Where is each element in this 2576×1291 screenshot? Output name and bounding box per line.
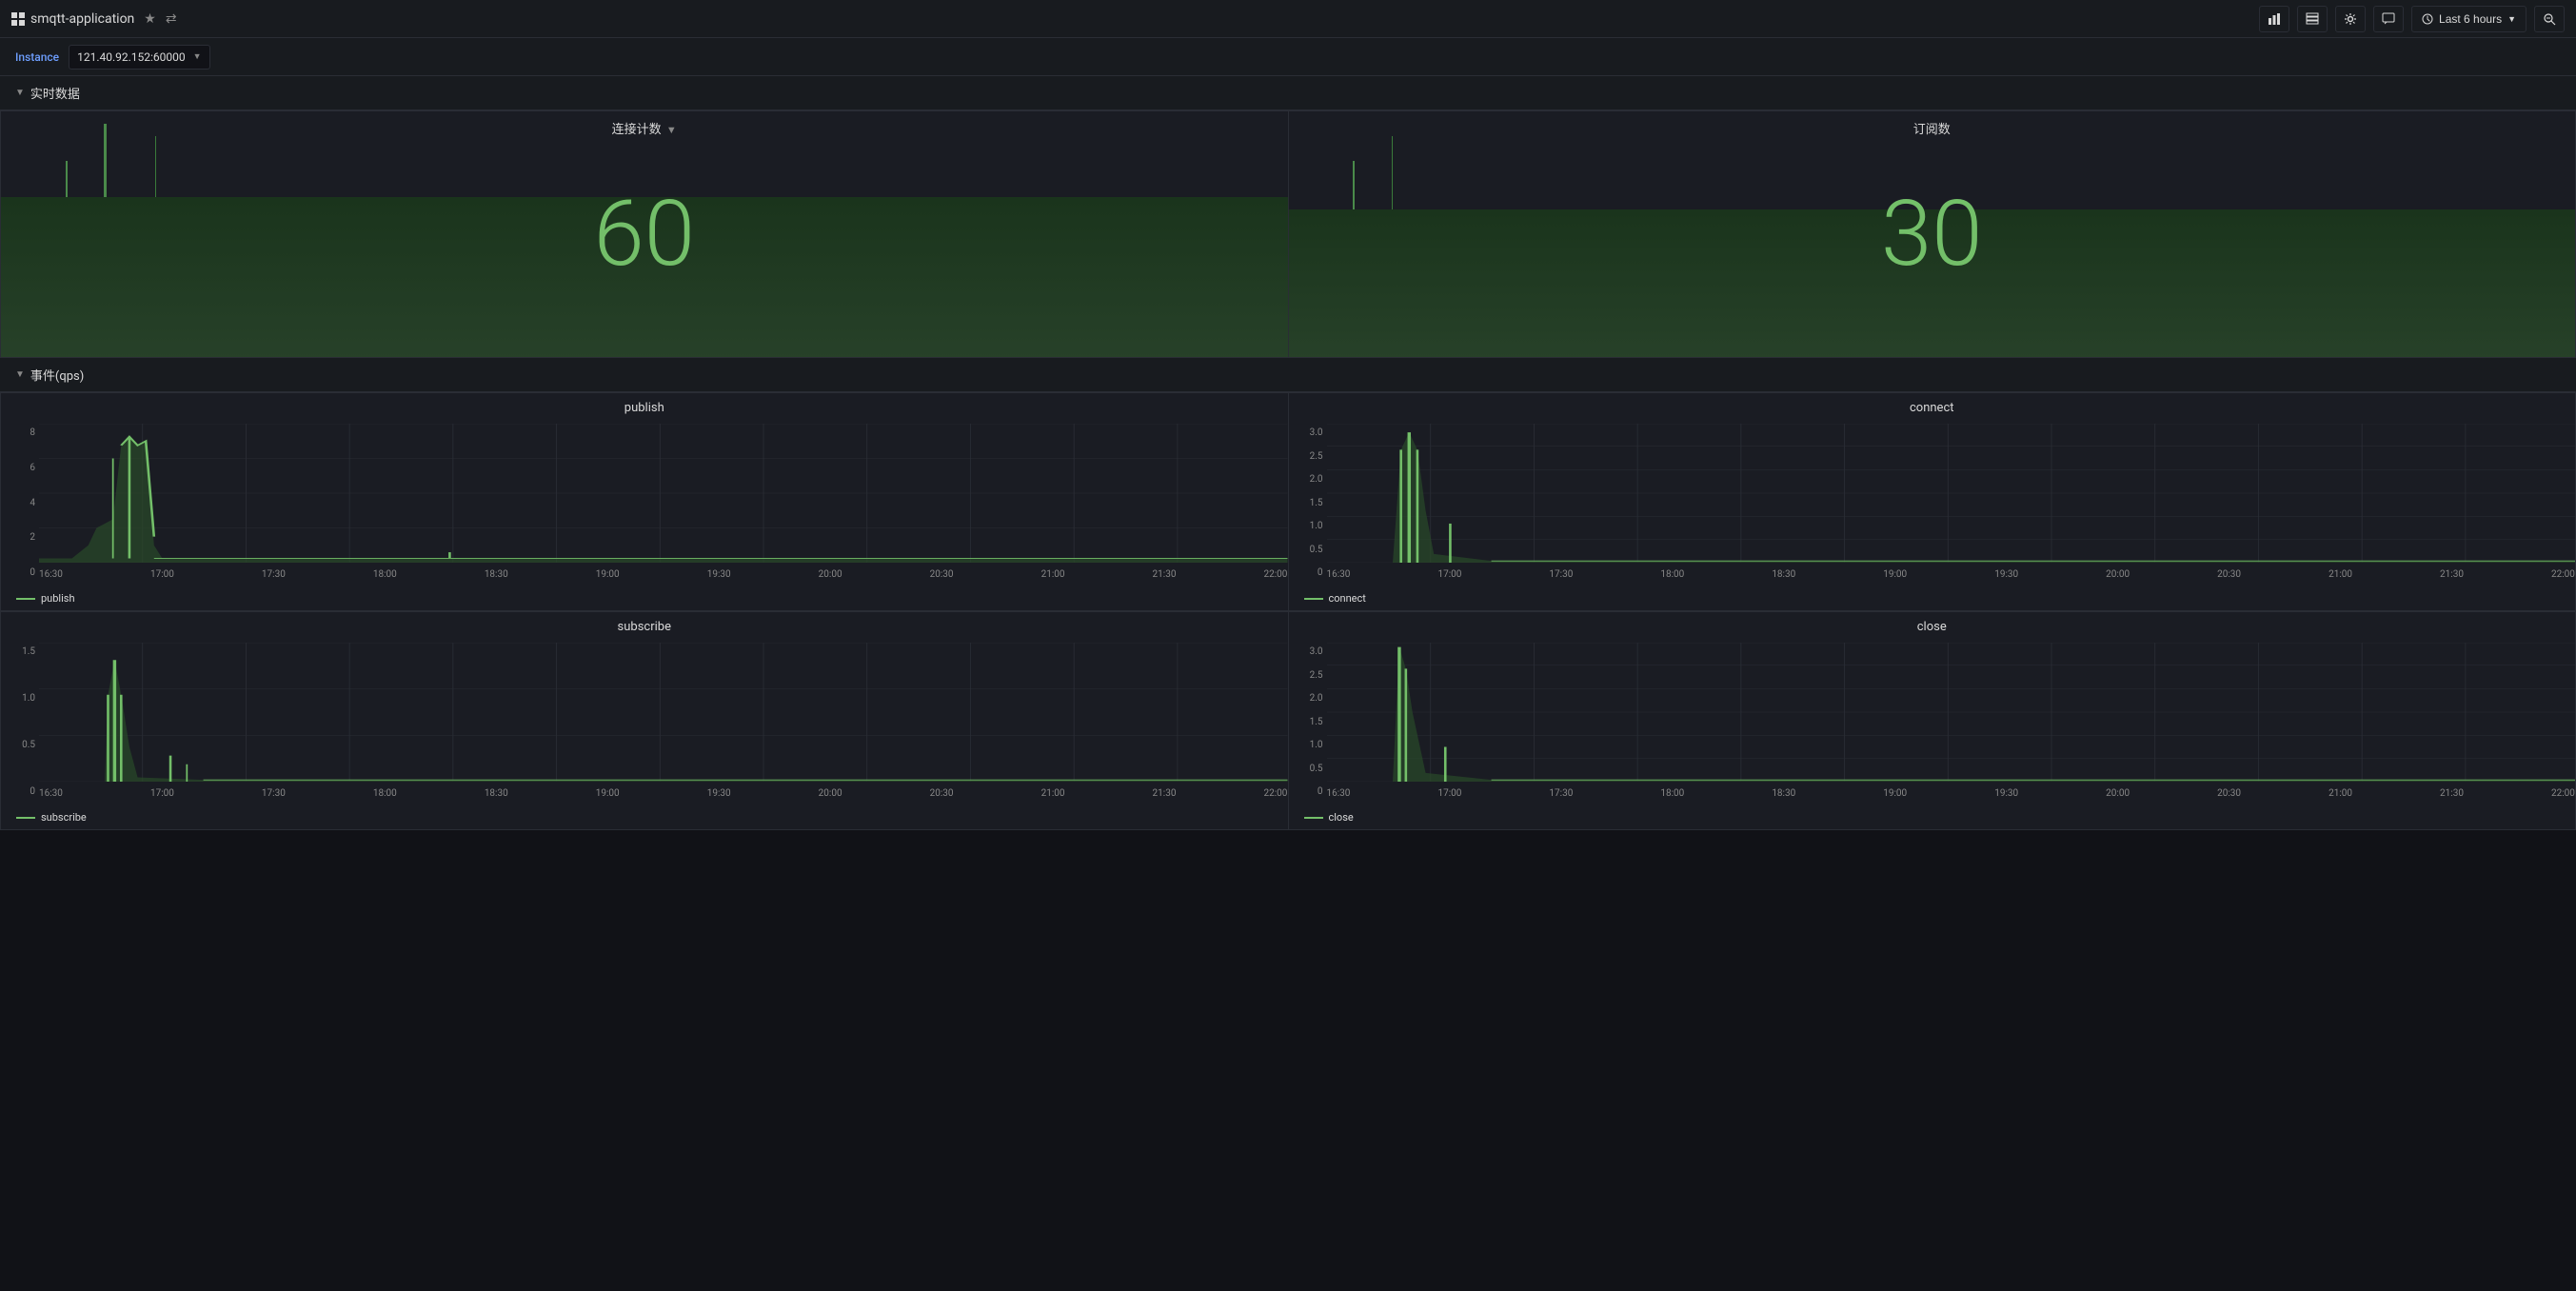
connect-svg	[1327, 424, 2576, 563]
publish-legend: publish	[16, 592, 75, 605]
chart-row-2: subscribe 1.5 1.0 0.5 0	[0, 611, 2576, 830]
comment-icon	[2382, 12, 2395, 26]
connect-chart-area: 3.0 2.5 2.0 1.5 1.0 0.5 0	[1289, 424, 2576, 582]
subscribe-chart-area: 1.5 1.0 0.5 0	[1, 643, 1288, 801]
publish-svg	[39, 424, 1288, 563]
bar-chart-icon	[2268, 12, 2281, 26]
close-title: close	[1289, 612, 2576, 638]
time-range-button[interactable]: Last 6 hours ▼	[2411, 6, 2526, 32]
subscribe-title: subscribe	[1, 612, 1288, 638]
close-legend: close	[1304, 811, 1354, 824]
subscribe-legend: subscribe	[16, 811, 87, 824]
time-range-label: Last 6 hours	[2439, 12, 2502, 26]
publish-chart-area: 8 6 4 2 0	[1, 424, 1288, 582]
connections-spike	[104, 124, 107, 197]
instance-label: Instance	[15, 50, 59, 64]
clock-icon	[2422, 13, 2433, 25]
publish-x-axis: 16:30 17:00 17:30 18:00 18:30 19:00 19:3…	[39, 567, 1288, 582]
table-view-button[interactable]	[2297, 6, 2328, 32]
connect-y-axis: 3.0 2.5 2.0 1.5 1.0 0.5 0	[1289, 424, 1327, 582]
close-panel: close 3.0 2.5 2.0 1.5 1.0 0.5 0	[1288, 611, 2576, 830]
events-chevron-icon: ▼	[15, 369, 25, 380]
settings-button[interactable]	[2335, 6, 2366, 32]
close-svg	[1327, 643, 2576, 782]
realtime-section-title: 实时数据	[30, 84, 80, 102]
publish-y-axis: 8 6 4 2 0	[1, 424, 39, 582]
app-icon: smqtt-application	[11, 11, 134, 27]
zoom-icon	[2543, 12, 2556, 26]
events-section-title: 事件(qps)	[30, 366, 84, 384]
table-icon	[2306, 12, 2319, 26]
chart-row-1: publish 8 6 4 2 0	[0, 392, 2576, 611]
spike-detail2	[155, 136, 156, 198]
spike-detail	[66, 161, 68, 198]
connect-title: connect	[1289, 393, 2576, 419]
top-bar-left: smqtt-application ★ ⇄	[11, 11, 177, 27]
subscribe-svg	[39, 643, 1288, 782]
graph-view-button[interactable]	[2259, 6, 2289, 32]
subscribe-legend-label: subscribe	[41, 811, 87, 824]
subscribe-legend-line	[16, 817, 35, 819]
gear-icon	[2344, 12, 2357, 26]
subscriptions-title: 订阅数	[1289, 111, 2576, 141]
publish-legend-line	[16, 598, 35, 600]
close-x-axis: 16:30 17:00 17:30 18:00 18:30 19:00 19:3…	[1327, 786, 2576, 801]
select-arrow: ▼	[193, 51, 202, 62]
chevron-down-icon: ▼	[2507, 14, 2516, 24]
events-section-header[interactable]: ▼ 事件(qps)	[0, 358, 2576, 392]
realtime-panel-row: 连接计数 ▼ 60 订阅数 30	[0, 110, 2576, 358]
instance-select[interactable]: 121.40.92.152:60000 ▼	[69, 45, 209, 70]
subscribe-panel: subscribe 1.5 1.0 0.5 0	[0, 611, 1288, 830]
realtime-section-header[interactable]: ▼ 实时数据	[0, 76, 2576, 110]
connect-legend: connect	[1304, 592, 1366, 605]
top-bar-right: Last 6 hours ▼	[2259, 6, 2565, 32]
subscriptions-panel: 订阅数 30	[1288, 110, 2576, 358]
close-chart-area: 3.0 2.5 2.0 1.5 1.0 0.5 0	[1289, 643, 2576, 801]
filter-bar: Instance 121.40.92.152:60000 ▼	[0, 38, 2576, 76]
star-icon[interactable]: ★	[144, 11, 156, 27]
close-y-axis: 3.0 2.5 2.0 1.5 1.0 0.5 0	[1289, 643, 1327, 801]
connections-panel: 连接计数 ▼ 60	[0, 110, 1288, 358]
zoom-button[interactable]	[2534, 6, 2565, 32]
top-bar: smqtt-application ★ ⇄	[0, 0, 2576, 38]
connections-title: 连接计数 ▼	[1, 111, 1288, 141]
close-legend-line	[1304, 817, 1323, 819]
connect-x-axis: 16:30 17:00 17:30 18:00 18:30 19:00 19:3…	[1327, 567, 2576, 582]
sub-spike2	[1392, 136, 1393, 209]
publish-panel: publish 8 6 4 2 0	[0, 392, 1288, 611]
grid-icon	[11, 12, 25, 26]
connect-panel: connect 3.0 2.5 2.0 1.5 1.0 0.5 0	[1288, 392, 2576, 611]
connections-value: 60	[594, 189, 696, 280]
publish-legend-label: publish	[41, 592, 75, 605]
subscribe-y-axis: 1.5 1.0 0.5 0	[1, 643, 39, 801]
connect-legend-line	[1304, 598, 1323, 600]
sub-spike1	[1353, 161, 1355, 210]
publish-title: publish	[1, 393, 1288, 419]
comment-button[interactable]	[2373, 6, 2404, 32]
connect-legend-label: connect	[1329, 592, 1366, 605]
share-icon[interactable]: ⇄	[166, 11, 177, 27]
instance-value: 121.40.92.152:60000	[77, 50, 186, 64]
subscriptions-value: 30	[1881, 189, 1983, 280]
close-legend-label: close	[1329, 811, 1354, 824]
chevron-icon: ▼	[15, 88, 25, 98]
app-title: smqtt-application	[30, 11, 134, 27]
subscribe-x-axis: 16:30 17:00 17:30 18:00 18:30 19:00 19:3…	[39, 786, 1288, 801]
